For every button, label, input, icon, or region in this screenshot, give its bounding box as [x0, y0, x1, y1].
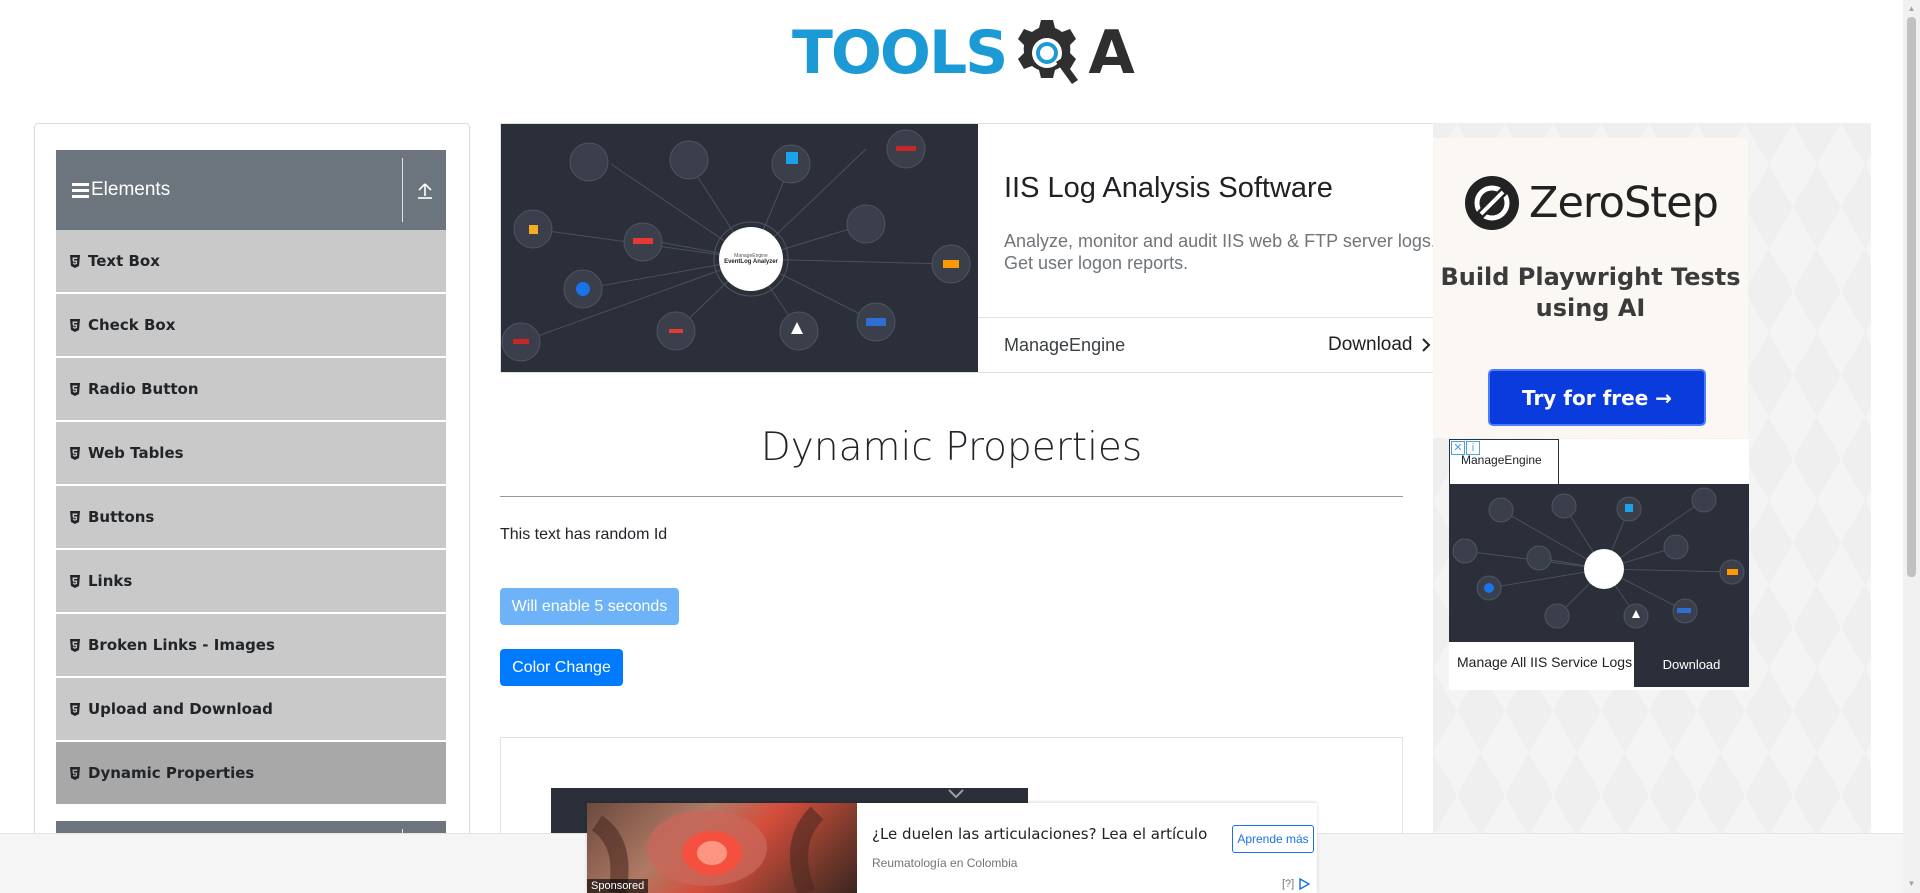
sidebar-item-upload-download[interactable]: Upload and Download [56, 678, 446, 742]
html5-icon [70, 766, 80, 780]
sticky-ad-title[interactable]: ¿Le duelen las articulaciones? Lea el ar… [872, 825, 1207, 843]
html5-icon [70, 702, 80, 716]
elements-menu: Text Box Check Box Radio Button Web Tabl… [56, 230, 446, 806]
ad-diagram-image: ManageEngine EventLog Analyzer [501, 124, 978, 372]
title-divider [500, 496, 1403, 497]
sidebar-item-label: Check Box [88, 316, 176, 334]
ad-separator [978, 317, 1439, 318]
sponsored-label: Sponsored [587, 879, 649, 893]
html5-icon [70, 510, 80, 524]
learn-more-button[interactable]: Aprende más [1232, 825, 1314, 853]
ad-cta-label: Download [1328, 334, 1413, 355]
sidebar-item-check-box[interactable]: Check Box [56, 294, 446, 358]
try-for-free-button[interactable]: Try for free → [1488, 369, 1706, 426]
chevron-down-icon[interactable] [941, 788, 971, 800]
ad-brand: ManageEngine [1004, 335, 1126, 355]
html5-icon [70, 574, 80, 588]
ad-download-link[interactable]: Download [1328, 334, 1431, 356]
sticky-ad-subtitle: Reumatología en Colombia [872, 856, 1018, 870]
group-title: Elements [91, 179, 171, 200]
html5-icon [70, 446, 80, 460]
zerostep-tagline: Build Playwright Tests using AI [1440, 263, 1741, 322]
enable-after-button[interactable]: Will enable 5 seconds [500, 588, 679, 625]
ad-title[interactable]: IIS Log Analysis Software [1004, 172, 1333, 205]
sidebar-item-label: Upload and Download [88, 700, 273, 718]
right-sidebar-ad: ZeroStep Build Playwright Tests using AI… [1433, 123, 1871, 893]
collapse-arrow-icon[interactable] [416, 180, 434, 200]
sidebar-item-broken-links[interactable]: Broken Links - Images [56, 614, 446, 678]
html5-icon [70, 382, 80, 396]
elements-group-header[interactable]: Elements [56, 150, 446, 230]
me-brand: ManageEngine [1461, 453, 1542, 467]
sidebar-item-label: Dynamic Properties [88, 764, 255, 782]
top-banner-ad[interactable]: ManageEngine EventLog Analyzer IIS Log A… [500, 123, 1440, 373]
adchoices-icon[interactable] [1298, 878, 1311, 890]
chevron-right-icon [1421, 338, 1430, 352]
hub-badge: ManageEngine EventLog Analyzer [719, 227, 783, 291]
toolsqa-logo[interactable]: TOOLS A [792, 14, 1135, 92]
sidebar-item-radio-button[interactable]: Radio Button [56, 358, 446, 422]
zerostep-brand: ZeroStep [1529, 178, 1719, 228]
random-id-text: This text has random Id [500, 526, 668, 543]
html5-icon [70, 318, 80, 332]
page-title: Dynamic Properties [760, 425, 1143, 470]
sticky-bottom-ad[interactable]: Sponsored ¿Le duelen las articulaciones?… [587, 803, 1317, 893]
ad-description: Analyze, monitor and audit IIS web & FTP… [1004, 231, 1436, 273]
manageengine-ad[interactable]: ✕ i ManageEngine Manage All IIS Service … [1449, 439, 1749, 690]
me-caption[interactable]: Manage All IIS Service Logs [1457, 654, 1632, 670]
left-panel: Elements Text Box Check Box Radio Button… [34, 123, 470, 893]
logo-letter: A [1088, 18, 1135, 88]
hamburger-icon [72, 182, 89, 198]
sidebar-item-text-box[interactable]: Text Box [56, 230, 446, 294]
scroll-up-icon[interactable]: ▲ [1907, 4, 1916, 13]
me-diagram-image [1449, 484, 1749, 642]
page-scrollbar[interactable]: ▲ ▼ [1903, 0, 1920, 893]
header-divider [402, 158, 403, 222]
logo-gear-icon [1008, 14, 1086, 92]
logo-text: TOOLS [792, 18, 1008, 88]
sidebar-item-dynamic-properties[interactable]: Dynamic Properties [56, 742, 446, 806]
sidebar-item-label: Text Box [88, 252, 160, 270]
hub-product: EventLog Analyzer [724, 259, 778, 265]
scroll-thumb[interactable] [1907, 17, 1916, 577]
sidebar-item-label: Radio Button [88, 380, 199, 398]
sidebar-item-buttons[interactable]: Buttons [56, 486, 446, 550]
me-download-button[interactable]: Download [1634, 642, 1749, 687]
sidebar-item-label: Links [88, 572, 133, 590]
ad-choices[interactable]: [?] [1282, 878, 1311, 890]
zerostep-ad[interactable]: ZeroStep Build Playwright Tests using AI… [1433, 138, 1748, 438]
zerostep-logo: ZeroStep [1465, 176, 1719, 230]
html5-icon [70, 254, 80, 268]
knee-ad-image: Sponsored [587, 803, 857, 893]
zerostep-mark-icon [1465, 176, 1519, 230]
scroll-down-icon[interactable]: ▼ [1907, 879, 1916, 888]
sidebar-item-label: Buttons [88, 508, 155, 526]
color-change-button[interactable]: Color Change [500, 649, 623, 686]
sidebar-item-web-tables[interactable]: Web Tables [56, 422, 446, 486]
sidebar-item-label: Broken Links - Images [88, 636, 275, 654]
html5-icon [70, 638, 80, 652]
sidebar-item-links[interactable]: Links [56, 550, 446, 614]
ad-help-link[interactable]: [?] [1282, 878, 1294, 890]
sidebar-item-label: Web Tables [88, 444, 184, 462]
